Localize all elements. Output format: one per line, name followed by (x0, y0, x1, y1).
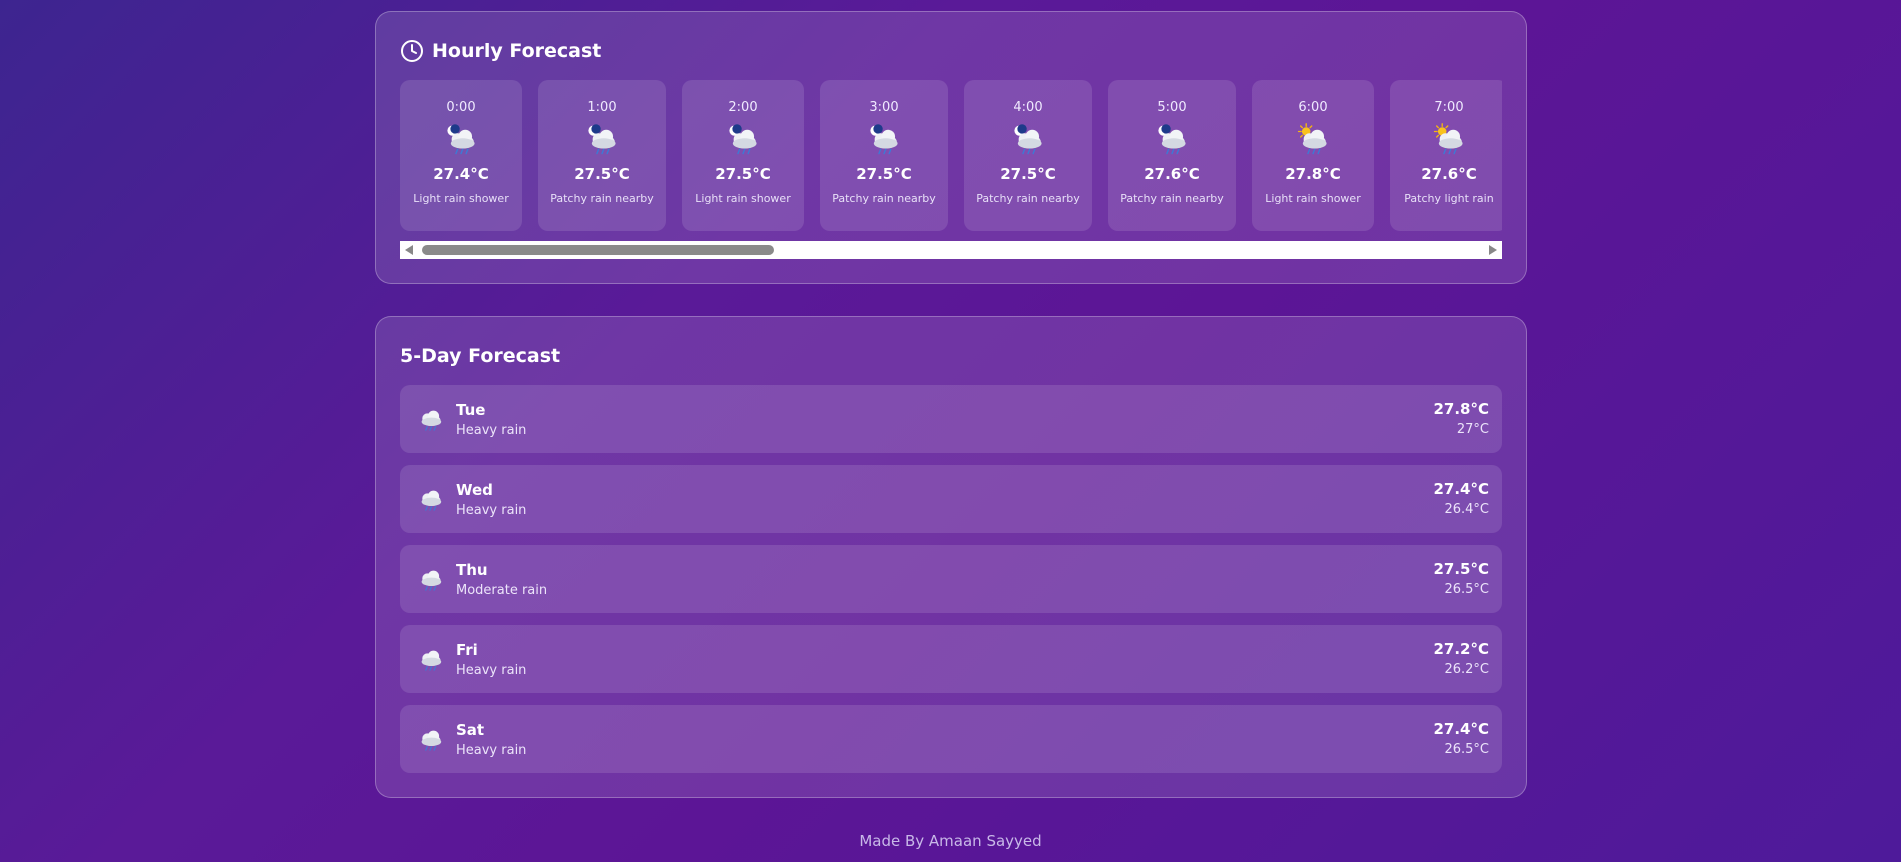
daily-day-name: Tue (456, 400, 486, 419)
hourly-card: 2:00 27.5°C Light rain shower (682, 80, 804, 231)
hourly-time: 2:00 (728, 100, 758, 115)
sun-cloud-rain-icon (1432, 123, 1466, 157)
hourly-temp: 27.5°C (1000, 165, 1056, 183)
five-day-list: Tue Heavy rain 27.8°C 27°C Wed Heavy rain 27.4… (400, 385, 1502, 773)
daily-condition: Heavy rain (456, 422, 527, 438)
hourly-temp: 27.6°C (1144, 165, 1200, 183)
daily-day-name: Wed (456, 480, 493, 499)
hourly-condition: Light rain shower (1265, 192, 1361, 205)
hourly-time: 1:00 (587, 100, 617, 115)
hourly-condition: Patchy rain nearby (976, 192, 1080, 205)
daily-text: Thu Moderate rain (456, 561, 547, 598)
daily-temps: 27.2°C 26.2°C (1433, 640, 1489, 677)
daily-text: Fri Heavy rain (456, 641, 526, 678)
hourly-condition: Patchy light rain (1404, 192, 1494, 205)
daily-condition: Heavy rain (456, 502, 527, 518)
hourly-card: 6:00 27.8°C Light rain shower (1252, 80, 1374, 231)
hourly-temp: 27.5°C (715, 165, 771, 183)
hourly-time: 4:00 (1013, 100, 1043, 115)
daily-max-temp: 27.4°C (1433, 720, 1489, 738)
hourly-condition: Light rain shower (413, 192, 509, 205)
hourly-card: 7:00 27.6°C Patchy light rain (1390, 80, 1502, 231)
hourly-temp: 27.5°C (574, 165, 630, 183)
hourly-strip: 0:00 27.4°C Light rain shower 1:00 27.5°C Pat… (400, 80, 1502, 231)
hourly-condition: Patchy rain nearby (832, 192, 936, 205)
hourly-scrollbar[interactable] (400, 241, 1502, 259)
daily-day-name: Thu (456, 560, 488, 579)
hourly-time: 5:00 (1157, 100, 1187, 115)
scroll-right-arrow-icon[interactable] (1489, 245, 1497, 255)
moon-cloud-rain-icon (1155, 123, 1189, 157)
hourly-forecast-panel: Hourly Forecast 0:00 27.4°C Light rain sho… (375, 11, 1527, 284)
daily-row: Thu Moderate rain 27.5°C 26.5°C (400, 545, 1502, 613)
moon-cloud-rain-icon (444, 123, 478, 157)
hourly-card: 5:00 27.6°C Patchy rain nearby (1108, 80, 1236, 231)
footer-credit: Made By Amaan Sayyed (859, 832, 1042, 850)
daily-day-name: Fri (456, 640, 478, 659)
moon-cloud-rain-icon (585, 123, 619, 157)
cloud-rain-icon (416, 405, 444, 433)
daily-min-temp: 26.5°C (1444, 582, 1489, 597)
scroll-left-arrow-icon[interactable] (405, 245, 413, 255)
daily-text: Wed Heavy rain (456, 481, 526, 518)
hourly-time: 0:00 (446, 100, 476, 115)
hourly-forecast-title: Hourly Forecast (400, 39, 601, 63)
hourly-card: 4:00 27.5°C Patchy rain nearby (964, 80, 1092, 231)
daily-max-temp: 27.5°C (1433, 560, 1489, 578)
cloud-rain-icon (416, 565, 444, 593)
hourly-condition: Patchy rain nearby (1120, 192, 1224, 205)
daily-condition: Heavy rain (456, 662, 527, 678)
five-day-forecast-panel: 5-Day Forecast Tue Heavy rain 27.8°C 27°C We… (375, 316, 1527, 798)
moon-cloud-rain-icon (867, 123, 901, 157)
five-day-forecast-title: 5-Day Forecast (400, 345, 561, 367)
hourly-temp: 27.5°C (856, 165, 912, 183)
daily-row: Fri Heavy rain 27.2°C 26.2°C (400, 625, 1502, 693)
daily-temps: 27.5°C 26.5°C (1433, 560, 1489, 597)
cloud-rain-icon (416, 725, 444, 753)
daily-text: Sat Heavy rain (456, 721, 526, 758)
hourly-card: 1:00 27.5°C Patchy rain nearby (538, 80, 666, 231)
daily-min-temp: 27°C (1456, 422, 1489, 437)
cloud-rain-icon (416, 485, 444, 513)
daily-row: Wed Heavy rain 27.4°C 26.4°C (400, 465, 1502, 533)
sun-cloud-rain-icon (1296, 123, 1330, 157)
hourly-temp: 27.6°C (1421, 165, 1477, 183)
daily-temps: 27.8°C 27°C (1433, 400, 1489, 437)
moon-cloud-rain-icon (1011, 123, 1045, 157)
moon-cloud-rain-icon (726, 123, 760, 157)
daily-condition: Heavy rain (456, 742, 527, 758)
daily-temps: 27.4°C 26.5°C (1433, 720, 1489, 757)
daily-day-name: Sat (456, 720, 485, 739)
daily-max-temp: 27.8°C (1433, 400, 1489, 418)
daily-max-temp: 27.2°C (1433, 640, 1489, 658)
daily-max-temp: 27.4°C (1433, 480, 1489, 498)
clock-icon (401, 40, 423, 62)
daily-row: Sat Heavy rain 27.4°C 26.5°C (400, 705, 1502, 773)
daily-row: Tue Heavy rain 27.8°C 27°C (400, 385, 1502, 453)
daily-text: Tue Heavy rain (456, 401, 526, 438)
daily-temps: 27.4°C 26.4°C (1433, 480, 1489, 517)
hourly-temp: 27.8°C (1285, 165, 1341, 183)
daily-min-temp: 26.2°C (1444, 662, 1489, 677)
hourly-forecast-title-text: Hourly Forecast (432, 40, 602, 62)
hourly-temp: 27.4°C (433, 165, 489, 183)
cloud-rain-icon (416, 645, 444, 673)
hourly-card: 0:00 27.4°C Light rain shower (400, 80, 522, 231)
hourly-condition: Patchy rain nearby (550, 192, 654, 205)
daily-condition: Moderate rain (456, 582, 548, 598)
hourly-time: 6:00 (1298, 100, 1328, 115)
hourly-time: 3:00 (869, 100, 899, 115)
daily-min-temp: 26.5°C (1444, 742, 1489, 757)
hourly-time: 7:00 (1434, 100, 1464, 115)
hourly-condition: Light rain shower (695, 192, 791, 205)
hourly-card: 3:00 27.5°C Patchy rain nearby (820, 80, 948, 231)
scrollbar-thumb[interactable] (422, 245, 774, 255)
daily-min-temp: 26.4°C (1444, 502, 1489, 517)
hourly-scroll-area[interactable]: 0:00 27.4°C Light rain shower 1:00 27.5°C Pat… (400, 80, 1502, 242)
